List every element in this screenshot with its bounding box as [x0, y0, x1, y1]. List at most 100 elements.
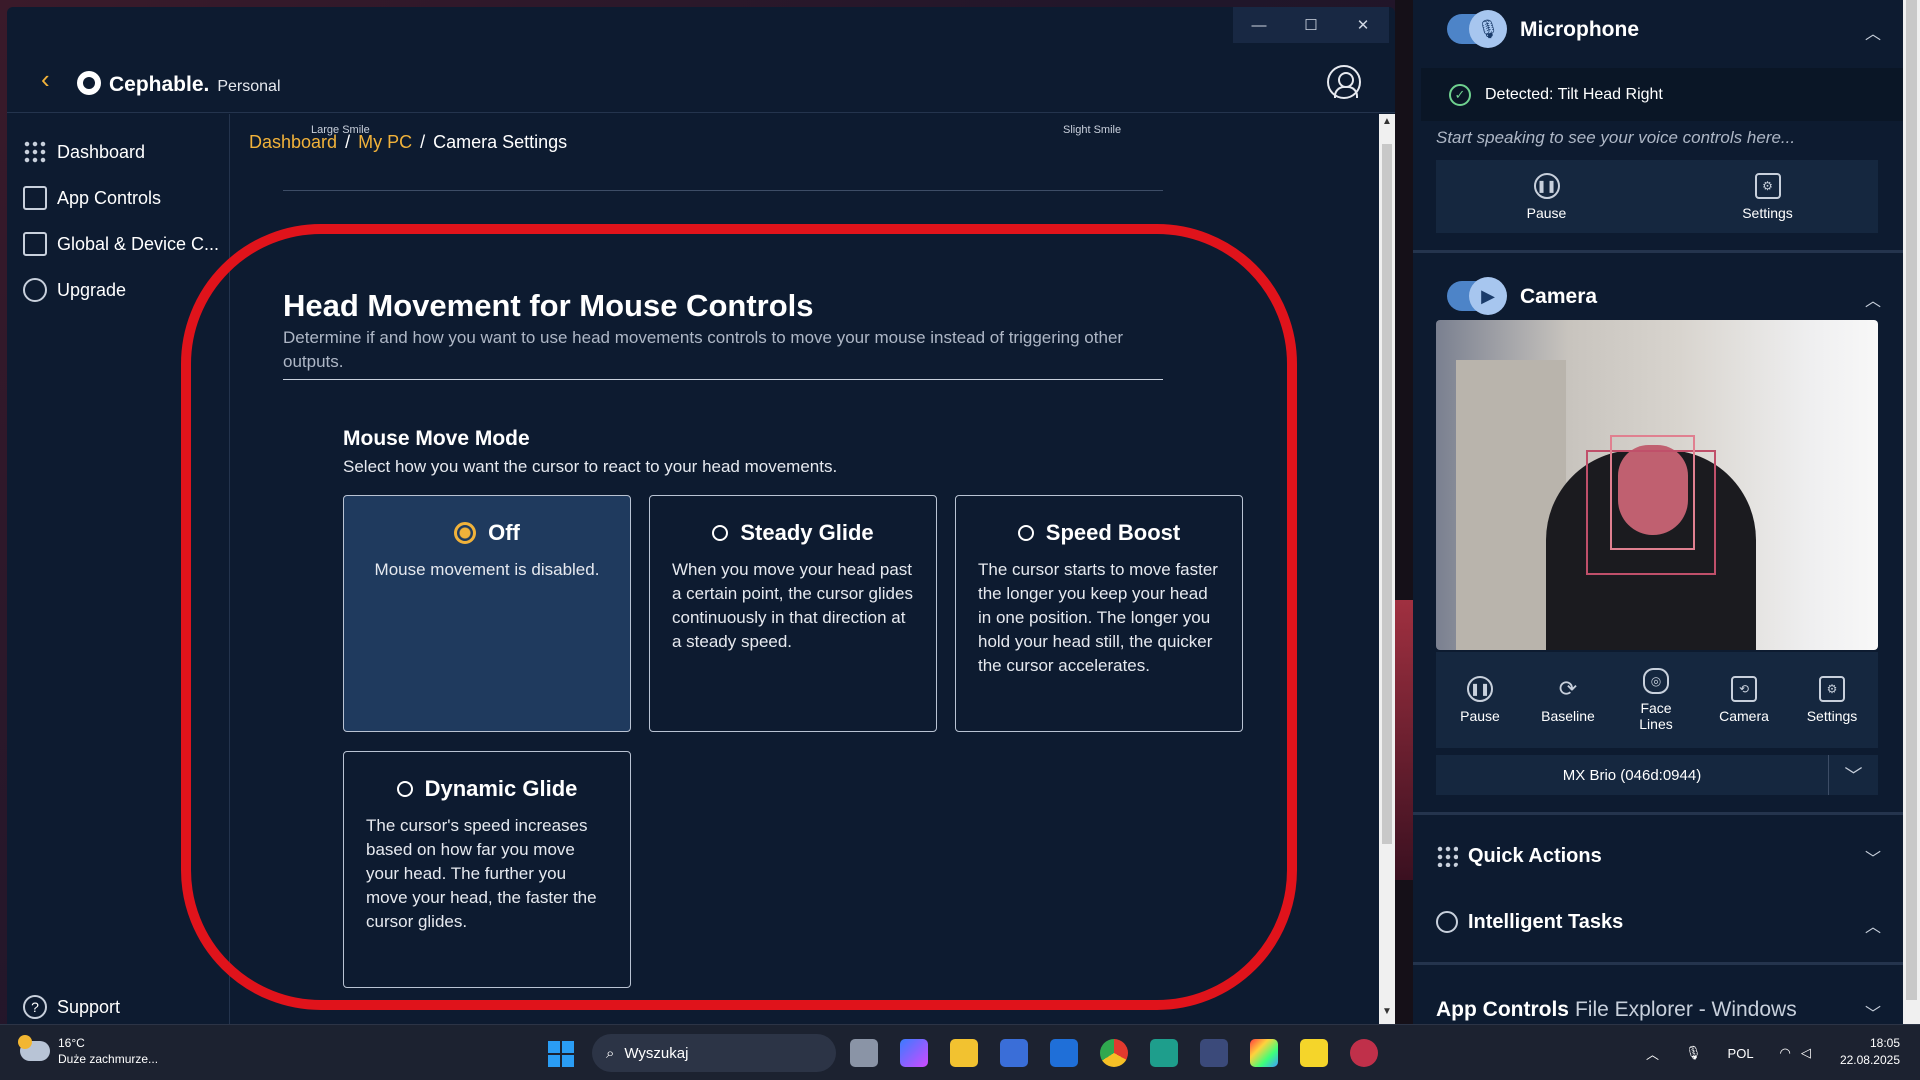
camera-switch-button[interactable]: ⟲ Camera: [1700, 652, 1788, 748]
button-label: Baseline: [1541, 708, 1595, 724]
volume-icon[interactable]: ◁: [1801, 1045, 1811, 1061]
camera-device-select[interactable]: MX Brio (046d:0944) ﹀: [1436, 755, 1878, 795]
app-controls-label: App Controls: [1436, 998, 1569, 1021]
sidebar-item-label: Dashboard: [57, 141, 146, 162]
content-scrollbar[interactable]: ▲ ▼: [1379, 114, 1395, 1024]
mic-pause-button[interactable]: ❚❚ Pause: [1436, 160, 1657, 233]
camera-toggle[interactable]: ▶: [1447, 277, 1507, 315]
brain-icon: [1436, 911, 1458, 933]
taskbar-clock[interactable]: 18:05 22.08.2025: [1840, 1035, 1900, 1069]
chevron-up-icon[interactable]: ︿: [1865, 913, 1881, 937]
chevron-up-icon[interactable]: ︿: [1865, 287, 1881, 311]
arrow-up-circle-icon: [23, 278, 47, 302]
chevron-down-icon[interactable]: ﹀: [1865, 845, 1881, 869]
sidebar-item-global-device[interactable]: Global & Device C...: [23, 232, 219, 256]
microphone-title: Microphone: [1520, 18, 1639, 41]
sidebar-item-label: Global & Device C...: [57, 233, 220, 254]
sidebar-item-dashboard[interactable]: Dashboard: [23, 140, 145, 164]
chevron-up-icon[interactable]: ︿: [1865, 20, 1881, 44]
refresh-icon: ⟳: [1558, 676, 1578, 701]
search-placeholder: Wyszukaj: [624, 1044, 689, 1062]
scrollbar-thumb[interactable]: [1382, 144, 1392, 844]
app-logo: Cephable. Personal: [77, 67, 281, 97]
user-avatar-icon[interactable]: [1327, 65, 1361, 99]
voice-hint: Start speaking to see your voice control…: [1436, 128, 1796, 147]
divider: [1413, 962, 1903, 965]
scrolled-label-slight-smile: Slight Smile: [1063, 124, 1122, 136]
gear-icon: ⚙: [1754, 172, 1781, 199]
scroll-down-icon[interactable]: ▼: [1379, 1006, 1395, 1022]
sidebar-item-label: App Controls: [57, 187, 162, 208]
button-label: Face Lines: [1639, 700, 1673, 732]
window-controls: — ☐ ✕: [1233, 7, 1389, 43]
close-icon[interactable]: ✕: [1337, 7, 1389, 43]
store-icon[interactable]: [1000, 1039, 1028, 1067]
mic-settings-button[interactable]: ⚙ Settings: [1657, 160, 1878, 233]
system-tray: ︿ 🎙 POL ◠ ◁: [1646, 1025, 1811, 1080]
quick-actions-title[interactable]: Quick Actions: [1468, 845, 1602, 868]
support-link[interactable]: ? Support: [23, 995, 120, 1019]
language-indicator[interactable]: POL: [1728, 1046, 1754, 1061]
weather-widget[interactable]: 16°C Duże zachmurze...: [18, 1035, 159, 1067]
cephable-logo-icon: [77, 71, 101, 95]
brand-name: Cephable.: [109, 73, 210, 96]
outlook-icon[interactable]: [1050, 1039, 1078, 1067]
chevron-down-icon[interactable]: ﹀: [1828, 755, 1878, 795]
scroll-up-icon[interactable]: ▲: [1379, 116, 1395, 132]
microphone-icon: 🎙: [1469, 10, 1507, 48]
camera-pause-button[interactable]: ❚❚ Pause: [1436, 652, 1524, 748]
microphone-toggle[interactable]: 🎙: [1447, 10, 1507, 48]
baseline-button[interactable]: ⟳ Baseline: [1524, 652, 1612, 748]
breadcrumb-separator: /: [420, 132, 426, 152]
taskbar-search[interactable]: ⌕ Wyszukaj: [592, 1034, 836, 1072]
check-circle-icon: ✓: [1449, 83, 1471, 106]
chrome-icon[interactable]: [1100, 1039, 1128, 1067]
camera-toolbar: ❚❚ Pause ⟳ Baseline ◎ Face Lines ⟲ Camer…: [1436, 652, 1878, 748]
pause-icon: ❚❚: [1533, 172, 1560, 199]
sticky-notes-icon[interactable]: [1300, 1039, 1328, 1067]
sidebar-item-app-controls[interactable]: App Controls: [23, 186, 161, 210]
controls-panel: 🎙 Microphone ︿ ✓ Detected: Tilt Head Rig…: [1413, 0, 1911, 1024]
grid-icon: [23, 140, 47, 164]
network-icon: [23, 232, 47, 256]
minimize-icon[interactable]: —: [1233, 7, 1285, 43]
button-label: Camera: [1719, 708, 1769, 724]
maximize-icon[interactable]: ☐: [1285, 7, 1337, 43]
tray-overflow-icon[interactable]: ︿: [1646, 1044, 1659, 1063]
panel-scrollbar-thumb[interactable]: [1906, 0, 1917, 1000]
divider: [283, 190, 1163, 191]
file-explorer-icon[interactable]: [950, 1039, 978, 1067]
scrolled-label-large-smile: Large Smile: [311, 124, 370, 136]
button-label: Pause: [1526, 204, 1567, 221]
highlight-annotation-ring: [181, 224, 1297, 1010]
face-lines-button[interactable]: ◎ Face Lines: [1612, 652, 1700, 748]
weather-desc: Duże zachmurze...: [58, 1052, 159, 1066]
windows-start-icon[interactable]: [548, 1041, 574, 1067]
clock-time: 18:05: [1869, 1036, 1900, 1050]
mic-tray-icon[interactable]: 🎙: [1685, 1045, 1702, 1061]
pause-icon: ❚❚: [1467, 676, 1493, 702]
search-icon: ⌕: [606, 1044, 615, 1062]
intelligent-tasks-title[interactable]: Intelligent Tasks: [1468, 911, 1623, 934]
taskbar: 16°C Duże zachmurze... ⌕ Wyszukaj ︿ 🎙 POL…: [0, 1024, 1920, 1080]
wifi-icon[interactable]: ◠: [1780, 1045, 1791, 1061]
camera-settings-button[interactable]: ⚙ Settings: [1788, 652, 1876, 748]
davinci-icon[interactable]: [1200, 1039, 1228, 1067]
detected-text: Detected: Tilt Head Right: [1485, 85, 1663, 103]
face-tracking-inner-box: [1610, 435, 1695, 550]
color-app-icon[interactable]: [1250, 1039, 1278, 1067]
chevron-down-icon[interactable]: ﹀: [1865, 1000, 1881, 1024]
task-view-icon[interactable]: [850, 1039, 878, 1067]
video-camera-icon: ▶: [1469, 277, 1507, 315]
plan-label: Personal: [217, 78, 281, 95]
copilot-icon[interactable]: [900, 1039, 928, 1067]
app-icon-s[interactable]: [1150, 1039, 1178, 1067]
back-chevron-icon[interactable]: ‹: [41, 66, 50, 92]
cephable-taskbar-icon[interactable]: [1350, 1039, 1378, 1067]
sidebar-item-upgrade[interactable]: Upgrade: [23, 278, 126, 302]
button-label: Settings: [1742, 204, 1793, 221]
clock-date: 22.08.2025: [1839, 1053, 1900, 1067]
app-controls-context[interactable]: App Controls File Explorer - Windows: [1436, 998, 1797, 1022]
panel-scrollbar[interactable]: [1903, 0, 1920, 1024]
camera-title: Camera: [1520, 285, 1598, 308]
